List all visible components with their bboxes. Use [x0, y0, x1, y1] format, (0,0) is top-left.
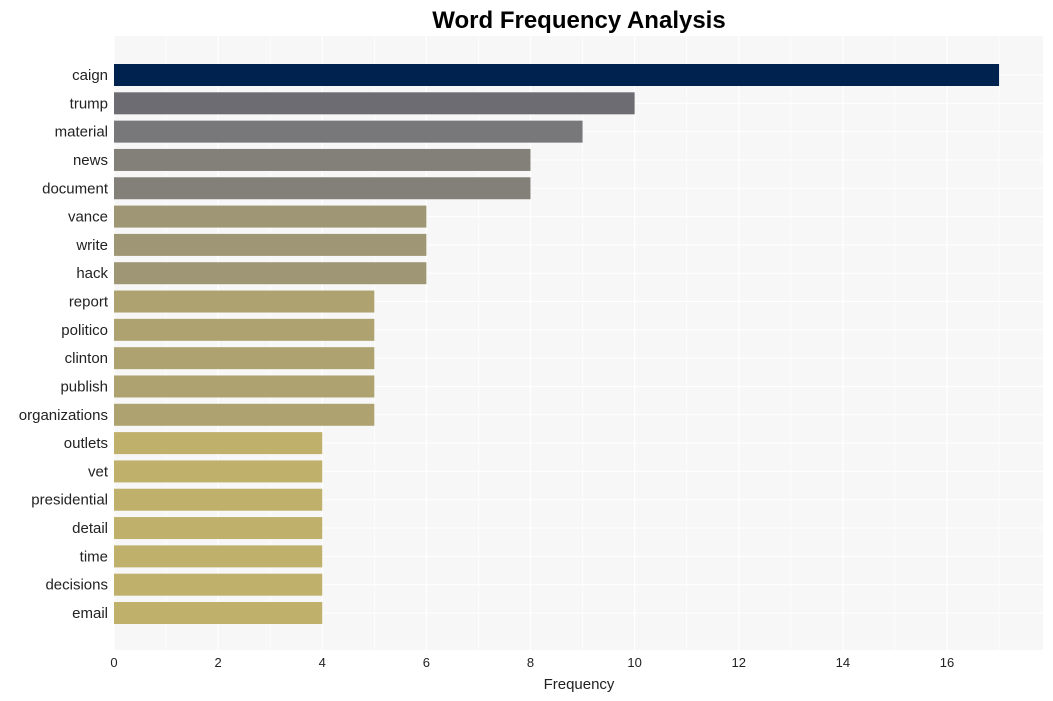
y-label-email: email: [72, 605, 108, 622]
bar-material: [114, 120, 583, 143]
bar-write: [114, 233, 427, 256]
chart-title: Word Frequency Analysis: [432, 7, 725, 34]
bar-detail: [114, 517, 323, 540]
y-label-write: write: [75, 237, 108, 254]
bar-news: [114, 148, 531, 171]
bar-email: [114, 602, 323, 624]
bar-outlets: [114, 432, 323, 455]
x-tick-6: 6: [423, 655, 430, 670]
y-label-organizations: organizations: [19, 407, 108, 424]
x-axis-label: Frequency: [544, 676, 615, 693]
y-label-report: report: [69, 294, 109, 311]
y-label-vet: vet: [88, 463, 109, 480]
bar-publish: [114, 375, 375, 398]
x-axis-ticks: 0 2 4 6 8 10 12 14 16: [110, 655, 954, 670]
bar-politico: [114, 318, 375, 341]
y-label-caign: caign: [72, 67, 108, 84]
word-frequency-chart: Word Frequency Analysis caign trump materi…: [19, 7, 1043, 693]
bar-decisions: [114, 573, 323, 596]
bar-vance: [114, 205, 427, 228]
y-label-outlets: outlets: [64, 435, 108, 452]
y-label-material: material: [55, 124, 108, 141]
bar-clinton: [114, 347, 375, 370]
y-label-clinton: clinton: [65, 350, 108, 367]
bar-hack: [114, 262, 427, 285]
bar-organizations: [114, 403, 375, 426]
y-label-decisions: decisions: [45, 577, 108, 594]
bar-vet: [114, 460, 323, 483]
x-tick-12: 12: [732, 655, 746, 670]
y-label-time: time: [80, 548, 108, 565]
x-tick-2: 2: [215, 655, 222, 670]
x-tick-10: 10: [627, 655, 641, 670]
y-label-detail: detail: [72, 520, 108, 537]
y-label-politico: politico: [61, 322, 108, 339]
x-tick-14: 14: [836, 655, 850, 670]
bar-document: [114, 177, 531, 200]
y-axis-labels: caign trump material news document vance write…: [19, 67, 109, 622]
x-tick-8: 8: [527, 655, 534, 670]
y-label-trump: trump: [70, 95, 108, 112]
x-tick-0: 0: [110, 655, 117, 670]
y-label-presidential: presidential: [31, 492, 108, 509]
bar-trump: [114, 92, 635, 115]
y-label-news: news: [73, 152, 108, 169]
bar-caign: [114, 64, 1000, 86]
x-tick-4: 4: [319, 655, 326, 670]
y-label-document: document: [42, 180, 109, 197]
x-tick-16: 16: [940, 655, 954, 670]
y-label-publish: publish: [60, 378, 108, 395]
y-label-hack: hack: [76, 265, 108, 282]
y-label-vance: vance: [68, 209, 108, 226]
bar-report: [114, 290, 375, 313]
bar-presidential: [114, 488, 323, 511]
bar-time: [114, 545, 323, 568]
